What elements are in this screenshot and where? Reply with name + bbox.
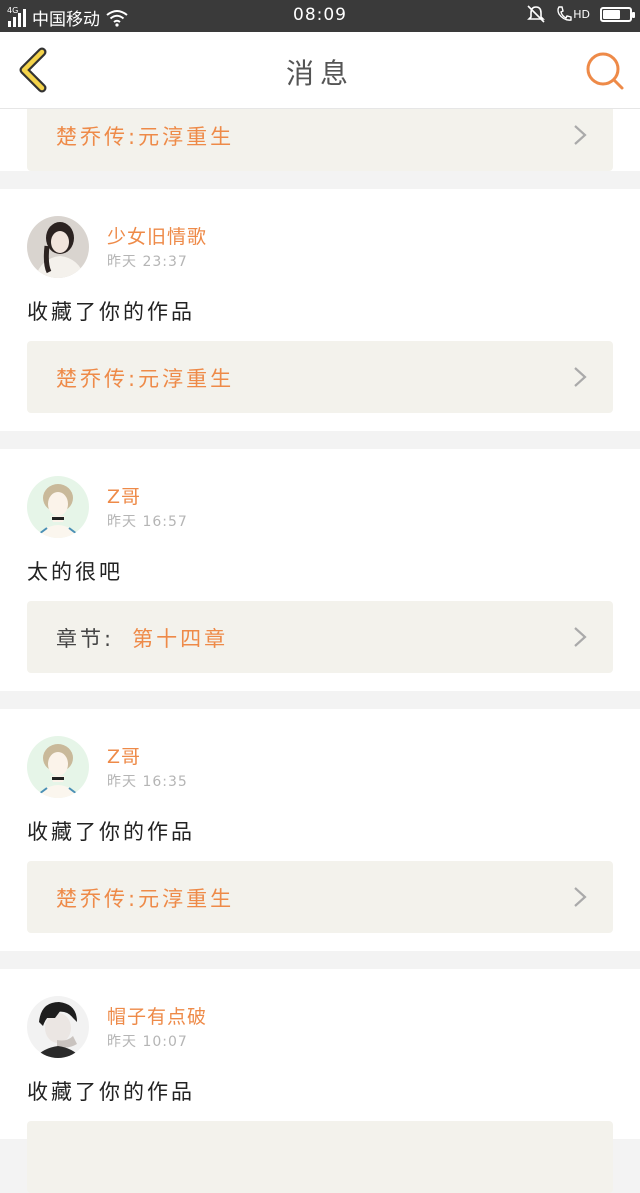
- hd-call-icon: HD: [556, 5, 590, 23]
- silent-bell-icon: [527, 5, 546, 23]
- timestamp: 昨天 16:35: [107, 774, 188, 790]
- hd-label: HD: [573, 7, 590, 21]
- status-right: HD: [526, 4, 635, 24]
- timestamp: 昨天 16:57: [107, 514, 188, 530]
- username[interactable]: Z哥: [107, 742, 141, 769]
- username[interactable]: Z哥: [107, 482, 141, 509]
- work-title-row: 章节: 第十四章: [56, 623, 228, 653]
- work-link[interactable]: 楚乔传:元淳重生: [27, 341, 613, 413]
- work-link[interactable]: 楚乔传:元淳重生: [27, 99, 613, 171]
- work-link[interactable]: 章节: 第十四章: [27, 601, 613, 673]
- message-text: 收藏了你的作品: [27, 1080, 195, 1104]
- work-link[interactable]: 楚乔传:元淳重生: [27, 861, 613, 933]
- username[interactable]: 少女旧情歌: [107, 222, 207, 249]
- message-text: 收藏了你的作品: [27, 300, 195, 324]
- avatar[interactable]: [27, 476, 89, 538]
- chevron-right-icon: [574, 627, 587, 647]
- search-button[interactable]: [584, 50, 626, 92]
- timestamp: 昨天 23:37: [107, 254, 188, 270]
- status-bar: 4G 中国移动 08:09 HD: [0, 0, 640, 32]
- username[interactable]: 帽子有点破: [107, 1002, 207, 1029]
- message-card: Z哥 昨天 16:35 收藏了你的作品 楚乔传:元淳重生: [0, 709, 640, 951]
- work-title: 楚乔传:元淳重生: [56, 125, 235, 149]
- work-title: 楚乔传:元淳重生: [56, 367, 235, 391]
- avatar[interactable]: [27, 216, 89, 278]
- message-card: Z哥 昨天 16:57 太的很吧 章节: 第十四章: [0, 449, 640, 691]
- message-card: 楚乔传:元淳重生: [0, 99, 640, 171]
- work-link[interactable]: [27, 1121, 613, 1193]
- work-title: 楚乔传:元淳重生: [56, 887, 235, 911]
- work-prefix: 章节:: [56, 627, 115, 651]
- chevron-right-icon: [574, 125, 587, 145]
- message-text: 太的很吧: [27, 560, 123, 584]
- chevron-right-icon: [574, 367, 587, 387]
- message-list: 楚乔传:元淳重生 少女旧情歌 昨天 23:37 收藏了你的作品 楚乔传:元淳重生: [0, 99, 640, 1193]
- header-bar: 消息: [0, 32, 640, 109]
- message-text: 收藏了你的作品: [27, 820, 195, 844]
- avatar[interactable]: [27, 996, 89, 1058]
- avatar[interactable]: [27, 736, 89, 798]
- message-card: 帽子有点破 昨天 10:07 收藏了你的作品: [0, 969, 640, 1193]
- battery-icon: [600, 6, 635, 22]
- chevron-right-icon: [574, 887, 587, 907]
- work-title: 第十四章: [132, 627, 229, 651]
- page-title: 消息: [285, 57, 354, 90]
- message-card: 少女旧情歌 昨天 23:37 收藏了你的作品 楚乔传:元淳重生: [0, 189, 640, 431]
- timestamp: 昨天 10:07: [107, 1034, 188, 1050]
